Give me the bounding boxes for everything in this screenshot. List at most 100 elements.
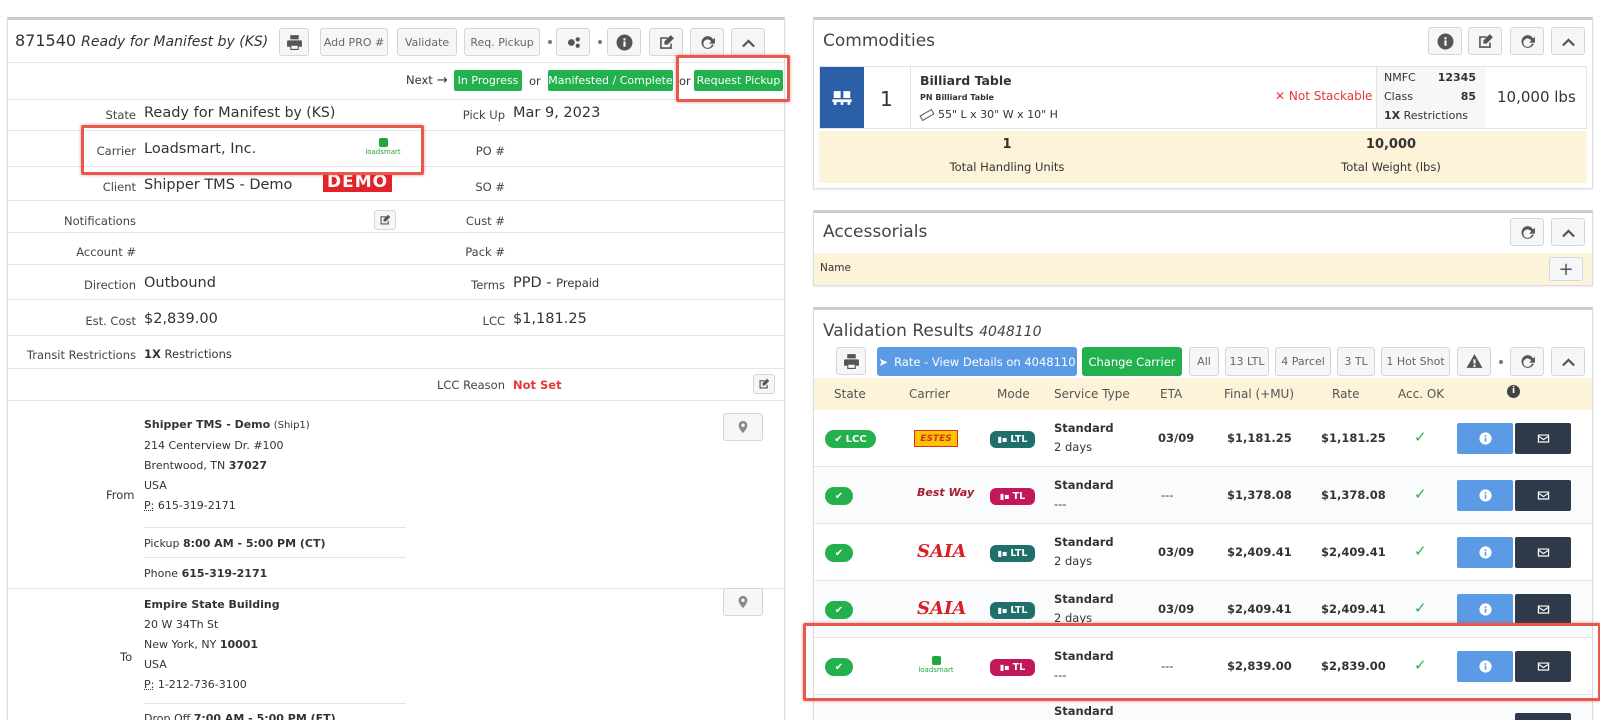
accessorials-refresh-button[interactable] <box>1510 218 1544 246</box>
final-price: $2,409.41 <box>1227 545 1292 559</box>
warning-button[interactable] <box>1457 347 1491 376</box>
paper-plane-icon: ➤ <box>878 355 888 369</box>
filter-parcel[interactable]: 4 Parcel <box>1275 347 1331 376</box>
rate-info-button[interactable] <box>1457 423 1513 454</box>
rate-view-details-button[interactable]: ➤ Rate - View Details on 4048110 <box>877 347 1077 376</box>
final-price: $1,378.08 <box>1227 488 1292 502</box>
from-location-button[interactable] <box>723 413 763 441</box>
refresh-icon <box>1519 224 1536 241</box>
lcc-reason-edit-button[interactable] <box>753 374 775 394</box>
email-quote-button[interactable] <box>1515 651 1571 682</box>
filter-tl[interactable]: 3 TL <box>1337 347 1375 376</box>
email-quote-button[interactable] <box>1515 594 1571 625</box>
edit-button[interactable] <box>649 28 683 56</box>
validation-title: Validation Results 4048110 <box>823 321 1042 341</box>
service-type: Standard <box>1054 702 1114 720</box>
mode-badge: ▮▪ LTL <box>990 602 1035 619</box>
add-accessorial-button[interactable]: + <box>1549 257 1583 281</box>
email-quote-button[interactable] <box>1515 537 1571 568</box>
rate-info-button[interactable] <box>1457 480 1513 511</box>
info-icon <box>1437 33 1454 50</box>
result-row[interactable]: ✔ SAIA ▮▪ LTL Standard 2 days 03/09 $2,409.41 $2… <box>814 524 1592 581</box>
commodities-refresh-button[interactable] <box>1510 27 1544 55</box>
state-badge: ✔ <box>825 658 853 676</box>
commodity-dims: 55" L x 30" W x 10" H <box>920 108 1058 121</box>
result-row[interactable]: ✔ LCC ESTES ▮▪ LTL Standard 2 days 03/09 $1,181.… <box>814 410 1592 467</box>
eta: 03/09 <box>1158 431 1194 445</box>
commodities-edit-button[interactable] <box>1468 27 1502 55</box>
accessorials-title: Accessorials <box>823 222 927 242</box>
service-type: Standard 2 days <box>1054 419 1114 457</box>
filter-hot-shot[interactable]: 1 Hot Shot <box>1381 347 1450 376</box>
commodity-row[interactable]: 1 Billiard Table PN Billiard Table 55" L… <box>819 66 1587 129</box>
validation-print-button[interactable] <box>836 347 866 375</box>
info-icon: i <box>1507 385 1520 398</box>
result-row[interactable]: ✔ Best Way ▮▪ TL Standard --- --- $1,378.08 $1,3… <box>814 467 1592 524</box>
result-row[interactable]: Standard <box>814 695 1592 720</box>
print-icon <box>843 353 860 370</box>
from-pickup-hours: Pickup 8:00 AM - 5:00 PM (CT) <box>144 537 326 550</box>
info-icon <box>1479 489 1492 502</box>
info-icon <box>1479 660 1492 673</box>
filter-ltl[interactable]: 13 LTL <box>1225 347 1269 376</box>
check-icon: ✔ <box>835 605 843 616</box>
rate-info-button[interactable] <box>1457 537 1513 568</box>
eta: --- <box>1161 659 1173 673</box>
cust-label: Cust # <box>466 214 505 228</box>
edit-icon <box>758 378 770 390</box>
state-badge: ✔ LCC <box>825 430 876 448</box>
rate-info-button[interactable] <box>1457 651 1513 682</box>
email-quote-button[interactable] <box>1515 480 1571 511</box>
request-pickup-button[interactable]: Request Pickup <box>694 70 783 91</box>
refresh-button[interactable] <box>690 28 724 56</box>
map-marker-icon <box>736 595 750 609</box>
truck-icon: ▮▪ <box>998 549 1008 558</box>
edit-icon <box>1477 33 1494 50</box>
divider <box>144 527 406 528</box>
settings-button[interactable] <box>556 28 590 56</box>
result-row[interactable]: ✔ SAIA ▮▪ LTL Standard 2 days 03/09 $2,409.41 $2… <box>814 581 1592 638</box>
truck-icon: ▮▪ <box>998 606 1008 615</box>
truck-icon: ▮▪ <box>1000 492 1010 501</box>
validation-refresh-button[interactable] <box>1510 347 1544 376</box>
result-row[interactable]: ✔ loadsmart ▮▪ TL Standard --- --- $2,839.00 $2,… <box>814 638 1592 695</box>
info-icon <box>616 34 633 51</box>
mode-badge: ▮▪ LTL <box>990 545 1035 562</box>
pack-label: Pack # <box>465 245 505 259</box>
freight-class-box: NMFC 12345 Class 85 1X Restrictions <box>1376 67 1486 128</box>
to-location-button[interactable] <box>723 588 763 616</box>
state-badge: ✔ <box>825 544 853 562</box>
rate: $1,378.08 <box>1321 488 1386 502</box>
lcc-label: LCC <box>483 314 505 328</box>
service-type: Standard 2 days <box>1054 533 1114 571</box>
accessorials-collapse-button[interactable] <box>1551 218 1585 246</box>
rate: $2,409.41 <box>1321 545 1386 559</box>
collapse-button[interactable] <box>731 28 765 56</box>
gears-icon <box>565 34 582 51</box>
final-price: $1,181.25 <box>1227 431 1292 445</box>
divider <box>8 400 784 401</box>
commodities-collapse-button[interactable] <box>1551 27 1585 55</box>
truck-icon: ▮▪ <box>1000 663 1010 672</box>
chevron-up-icon <box>1560 33 1577 50</box>
manifested-complete-button[interactable]: Manifested / Complete <box>548 70 673 91</box>
commodities-info-button[interactable] <box>1428 27 1462 55</box>
or-text: or <box>529 74 541 88</box>
terms-value: PPD - Prepaid <box>513 275 599 291</box>
terms-label: Terms <box>471 278 505 292</box>
envelope-icon <box>1537 432 1550 445</box>
validation-collapse-button[interactable] <box>1551 347 1585 376</box>
rate: $1,181.25 <box>1321 431 1386 445</box>
change-carrier-button[interactable]: Change Carrier <box>1082 347 1182 376</box>
info-button[interactable] <box>607 28 641 56</box>
commodities-panel: Commodities 1 Billiard Table PN Billiard… <box>813 17 1593 189</box>
filter-all[interactable]: All <box>1189 347 1219 376</box>
separator-dot <box>1499 360 1503 364</box>
email-quote-button[interactable] <box>1515 713 1571 720</box>
rate-info-button[interactable] <box>1457 594 1513 625</box>
email-quote-button[interactable] <box>1515 423 1571 454</box>
lcc-reason-value: Not Set <box>513 378 562 392</box>
info-icon <box>1479 432 1492 445</box>
divider <box>8 299 784 300</box>
saia-logo: SAIA <box>917 598 966 619</box>
